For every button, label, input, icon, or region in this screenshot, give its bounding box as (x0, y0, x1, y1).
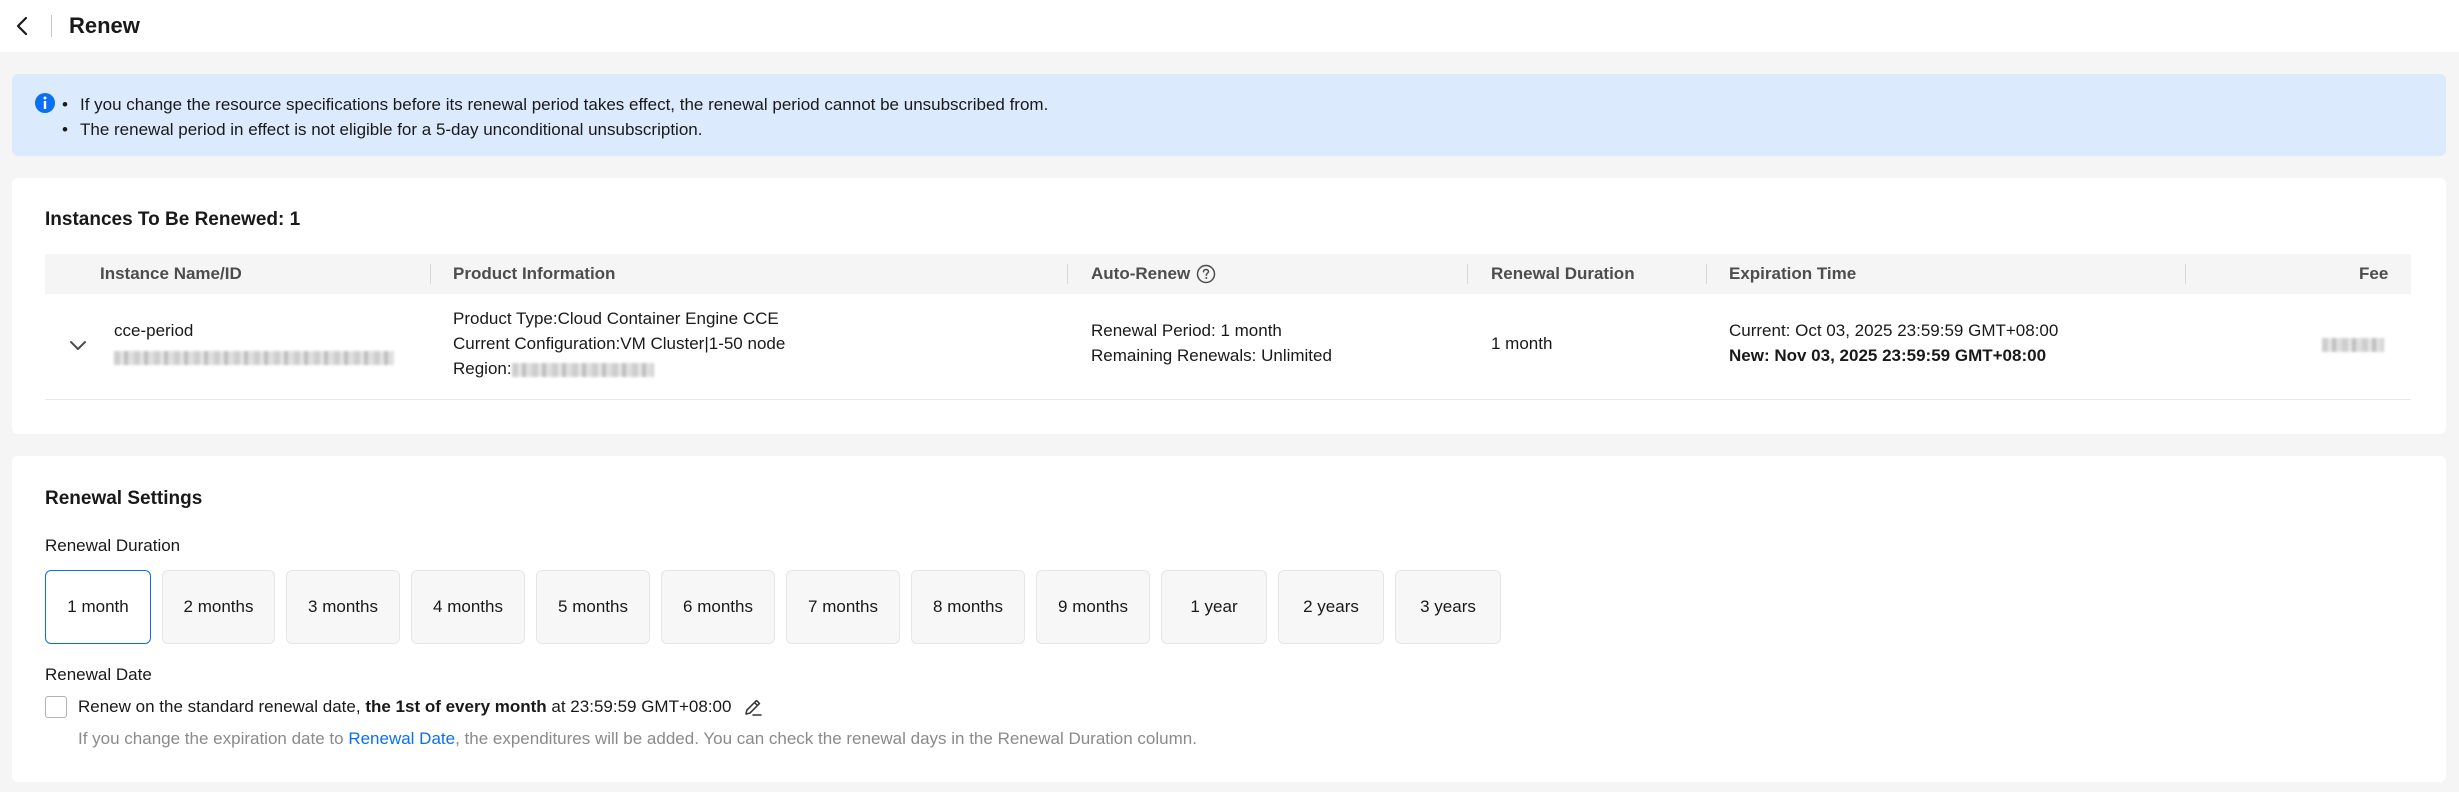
renewal-date-hint: If you change the expiration date to Ren… (78, 728, 1197, 750)
region-label: Region: (453, 359, 512, 378)
instances-title: Instances To Be Renewed: 1 (45, 209, 301, 230)
duration-option-5-months[interactable]: 5 months (536, 570, 650, 644)
notice-item: If you change the resource specification… (62, 92, 1048, 117)
auto-renew-period: Renewal Period: 1 month (1091, 321, 1282, 340)
renewal-settings-card: Renewal Settings Renewal Duration 1 mont… (12, 456, 2446, 782)
duration-option-3-years[interactable]: 3 years (1395, 570, 1501, 644)
instance-name: cce-period (114, 321, 194, 340)
product-configuration: Current Configuration:VM Cluster|1-50 no… (453, 334, 786, 353)
notice-item: The renewal period in effect is not elig… (62, 117, 1048, 142)
edit-icon[interactable] (743, 697, 763, 717)
instances-card: Instances To Be Renewed: 1 Instance Name… (12, 178, 2446, 434)
col-header-fee: Fee (2359, 264, 2389, 283)
duration-option-8-months[interactable]: 8 months (911, 570, 1025, 644)
table-row: cce-period Product Type:Cloud Container … (45, 294, 2411, 400)
table-header: Instance Name/ID Product Information Aut… (45, 254, 2411, 294)
chevron-left-icon (16, 16, 28, 36)
product-type: Product Type:Cloud Container Engine CCE (453, 309, 779, 328)
renew-text-suffix: at 23:59:59 GMT+08:00 (546, 697, 732, 716)
renew-text-bold: the 1st of every month (365, 697, 547, 716)
blurred-region (511, 362, 654, 377)
fee-value (2322, 331, 2384, 356)
instance-id (114, 344, 394, 369)
info-icon (35, 93, 55, 113)
page-title: Renew (69, 13, 140, 38)
auto-renew-remaining: Remaining Renewals: Unlimited (1091, 346, 1332, 365)
hint-prefix: If you change the expiration date to (78, 729, 349, 748)
renewal-duration-label: Renewal Duration (45, 536, 181, 555)
back-button[interactable] (11, 15, 33, 37)
expiration-current: Current: Oct 03, 2025 23:59:59 GMT+08:00 (1729, 321, 2059, 340)
settings-title: Renewal Settings (45, 488, 203, 509)
col-separator (1467, 264, 1468, 284)
duration-option-3-months[interactable]: 3 months (286, 570, 400, 644)
col-separator (2185, 264, 2186, 284)
col-separator (1067, 264, 1068, 284)
renewal-duration-value: 1 month (1491, 334, 1553, 353)
col-header-duration: Renewal Duration (1491, 264, 1635, 283)
col-header-auto-renew-label: Auto-Renew (1091, 264, 1191, 283)
standard-renewal-date-text: Renew on the standard renewal date, the … (78, 696, 763, 718)
help-icon[interactable] (1196, 264, 1216, 284)
blurred-fee (2322, 337, 2384, 352)
notice-list: If you change the resource specification… (62, 92, 1048, 142)
col-header-product: Product Information (453, 264, 616, 283)
duration-option-6-months[interactable]: 6 months (661, 570, 775, 644)
duration-option-7-months[interactable]: 7 months (786, 570, 900, 644)
col-separator (1706, 264, 1707, 284)
duration-option-9-months[interactable]: 9 months (1036, 570, 1150, 644)
product-region: Region: (453, 356, 654, 381)
top-bar: Renew (0, 0, 2459, 52)
col-header-expiration: Expiration Time (1729, 264, 1857, 283)
renew-text-prefix: Renew on the standard renewal date, (78, 697, 366, 716)
duration-option-2-years[interactable]: 2 years (1278, 570, 1384, 644)
duration-option-1-year[interactable]: 1 year (1161, 570, 1267, 644)
blurred-instance-id (114, 350, 394, 365)
chevron-down-icon[interactable] (67, 334, 89, 356)
renewal-date-label: Renewal Date (45, 665, 152, 684)
title-divider (51, 15, 52, 37)
duration-option-4-months[interactable]: 4 months (411, 570, 525, 644)
notice-banner: If you change the resource specification… (12, 74, 2446, 156)
duration-options: 1 month 2 months 3 months 4 months 5 mon… (45, 570, 1501, 644)
col-header-auto-renew: Auto-Renew (1091, 264, 1216, 284)
duration-option-2-months[interactable]: 2 months (162, 570, 275, 644)
duration-option-1-month[interactable]: 1 month (45, 570, 151, 644)
expiration-new: New: Nov 03, 2025 23:59:59 GMT+08:00 (1729, 346, 2047, 365)
col-separator (430, 264, 431, 284)
col-header-name: Instance Name/ID (100, 264, 242, 283)
renewal-date-link[interactable]: Renewal Date (348, 729, 455, 748)
hint-suffix: , the expenditures will be added. You ca… (455, 729, 1197, 748)
standard-renewal-date-checkbox[interactable] (45, 696, 67, 718)
